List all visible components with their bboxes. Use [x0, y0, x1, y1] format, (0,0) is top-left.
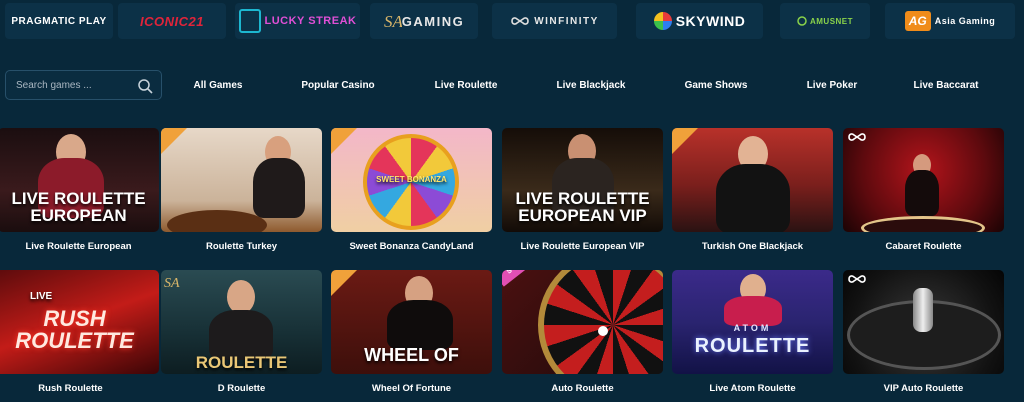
provider-sa-gaming[interactable]: SA GAMING [370, 3, 478, 39]
game-card-wheel-of-fortune[interactable]: WHEEL OF Wheel Of Fortune [331, 270, 492, 394]
provider-label: GAMING [401, 13, 465, 29]
category-all-games[interactable]: All Games [194, 80, 243, 91]
roulette-ball [598, 326, 608, 336]
thumbnail-title: ROULETTE [694, 335, 811, 357]
category-popular-casino[interactable]: Popular Casino [301, 80, 374, 91]
game-card-turkish-one-blackjack[interactable]: Turkish One Blackjack [672, 128, 833, 252]
search-icon[interactable] [137, 78, 153, 94]
provider-label: ICONIC21 [140, 13, 204, 29]
provider-amusnet[interactable]: AMUSNET [780, 3, 870, 39]
category-live-roulette[interactable]: Live Roulette [435, 80, 498, 91]
game-card-cabaret-roulette[interactable]: Cabaret Roulette [843, 128, 1004, 252]
game-card-rush-roulette[interactable]: LIVE RUSH ROULETTE Rush Roulette [0, 270, 159, 394]
provider-badge-icon [331, 128, 357, 154]
dealer-body [387, 300, 453, 350]
dealer-body [724, 296, 782, 326]
game-thumbnail[interactable]: ATOM ROULETTE [672, 270, 833, 374]
thumbnail-title: RUSH ROULETTE [15, 306, 134, 353]
game-thumbnail[interactable] [672, 128, 833, 232]
game-thumbnail[interactable]: WHEEL OF [331, 270, 492, 374]
infinity-icon [511, 17, 529, 25]
category-live-baccarat[interactable]: Live Baccarat [913, 80, 978, 91]
thumbnail-title: WHEEL OF [364, 345, 459, 365]
game-thumbnail[interactable]: LIVE ROULETTE EUROPEAN VIP [502, 128, 663, 232]
dealer-face [227, 280, 255, 314]
provider-label: PRAGMATIC PLAY [11, 15, 107, 27]
svg-text:SA: SA [164, 276, 180, 291]
lucky-streak-ribbon: STREAK [502, 270, 545, 287]
game-card-live-roulette-european[interactable]: LIVE ROULETTE EUROPEAN Live Roulette Eur… [0, 128, 159, 252]
roulette-wheel [538, 270, 663, 374]
game-card-auto-roulette[interactable]: STREAK Auto Roulette [502, 270, 663, 394]
game-name: Roulette Turkey [205, 241, 278, 252]
category-live-blackjack[interactable]: Live Blackjack [557, 80, 626, 91]
thumbnail-subtitle: ATOM [733, 323, 772, 333]
dealer-body [905, 170, 939, 216]
thumbnail-title: LIVE ROULETTE EUROPEAN VIP [515, 189, 650, 225]
search-input[interactable] [6, 78, 138, 92]
provider-label: AMUSNET [809, 16, 854, 26]
game-thumbnail[interactable]: STREAK [502, 270, 663, 374]
game-thumbnail[interactable]: LIVE RUSH ROULETTE [0, 270, 159, 374]
infinity-icon [848, 133, 866, 141]
game-thumbnail[interactable]: SWEET BONANZA [331, 128, 492, 232]
game-card-d-roulette[interactable]: SA ROULETTE D Roulette [161, 270, 322, 394]
dealer-body [716, 164, 790, 232]
sa-logo-icon: SA [384, 12, 402, 31]
provider-badge-icon [331, 270, 357, 296]
ag-logo-icon: AG [904, 11, 931, 31]
sa-logo-icon: SA [164, 276, 180, 291]
provider-lucky-streak[interactable]: LUCKY STREAK [235, 3, 360, 39]
thumbnail-title: LIVE ROULETTE EUROPEAN [11, 189, 146, 225]
game-name: Wheel Of Fortune [371, 383, 452, 394]
provider-badge-icon [161, 128, 187, 154]
game-name: Cabaret Roulette [885, 241, 962, 252]
category-live-poker[interactable]: Live Poker [807, 80, 858, 91]
svg-text:SA: SA [384, 12, 402, 31]
roulette-table [861, 216, 985, 232]
game-thumbnail[interactable] [161, 128, 322, 232]
provider-badge-icon [672, 128, 698, 154]
game-name: Live Roulette European VIP [520, 241, 645, 252]
provider-asia-gaming[interactable]: AG Asia Gaming [885, 3, 1015, 39]
game-card-vip-auto-roulette[interactable]: VIP Auto Roulette [843, 270, 1004, 394]
game-name: Auto Roulette [551, 383, 614, 394]
provider-iconic21[interactable]: ICONIC21 [118, 3, 226, 39]
game-name: Live Atom Roulette [709, 383, 796, 394]
game-card-live-atom-roulette[interactable]: ATOM ROULETTE Live Atom Roulette [672, 270, 833, 394]
thumbnail-subtitle: LIVE [30, 291, 53, 302]
amusnet-logo-icon [797, 16, 807, 26]
roulette-wheel [167, 210, 267, 232]
game-name: Live Roulette European [25, 241, 132, 252]
game-name: VIP Auto Roulette [883, 383, 964, 394]
provider-bar: PRAGMATIC PLAY ICONIC21 LUCKY STREAK SA … [0, 0, 1024, 44]
dealer-body [253, 158, 305, 218]
provider-label: WINFINITY [534, 15, 599, 27]
provider-winfinity[interactable]: WINFINITY [492, 3, 617, 39]
skywind-logo-icon [653, 12, 672, 30]
game-card-live-roulette-european-vip[interactable]: LIVE ROULETTE EUROPEAN VIP Live Roulette… [502, 128, 663, 252]
infinity-icon [848, 275, 866, 283]
provider-label: SKYWIND [675, 13, 746, 29]
wheel-spindle [913, 288, 933, 332]
game-name: Turkish One Blackjack [701, 241, 804, 252]
search-box [5, 70, 162, 100]
game-name: Rush Roulette [38, 383, 103, 394]
game-name: Sweet Bonanza CandyLand [349, 241, 474, 252]
provider-skywind[interactable]: SKYWIND [636, 3, 763, 39]
category-game-shows[interactable]: Game Shows [685, 80, 748, 91]
game-card-sweet-bonanza-candyland[interactable]: SWEET BONANZA Sweet Bonanza CandyLand [331, 128, 492, 252]
game-name: D Roulette [217, 383, 266, 394]
provider-label: Asia Gaming [934, 16, 996, 26]
game-thumbnail[interactable] [843, 270, 1004, 374]
provider-pragmatic-play[interactable]: PRAGMATIC PLAY [5, 3, 113, 39]
thumbnail-title: SWEET BONANZA [376, 175, 447, 184]
thumbnail-title: ROULETTE [195, 353, 288, 372]
game-thumbnail[interactable]: LIVE ROULETTE EUROPEAN [0, 128, 159, 232]
lucky-streak-logo-icon [238, 9, 261, 33]
provider-label: LUCKY STREAK [264, 15, 357, 27]
game-card-roulette-turkey[interactable]: Roulette Turkey [161, 128, 322, 252]
game-thumbnail[interactable]: SA ROULETTE [161, 270, 322, 374]
game-thumbnail[interactable] [843, 128, 1004, 232]
